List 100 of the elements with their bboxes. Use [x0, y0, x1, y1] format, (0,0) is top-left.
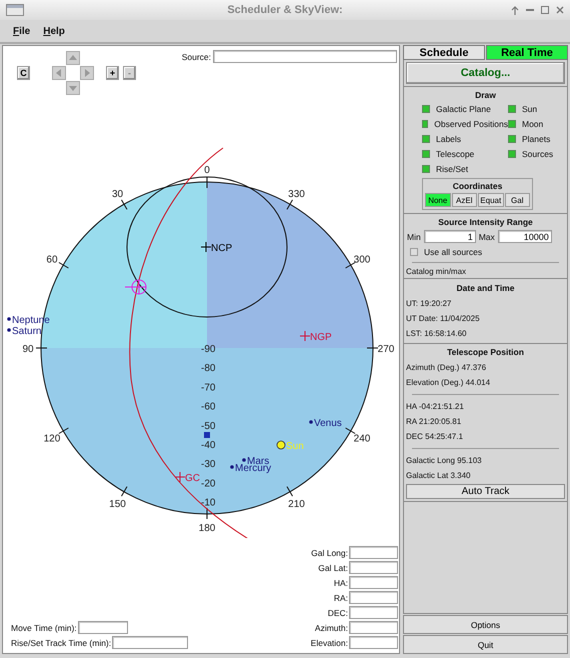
checkbox[interactable] — [422, 120, 428, 128]
input-field[interactable] — [349, 591, 398, 604]
keep-above-icon[interactable] — [511, 6, 519, 14]
checkbox-label: Moon — [522, 119, 544, 129]
checkbox-label: Sun — [522, 104, 538, 114]
input-field[interactable] — [78, 621, 128, 634]
field-label: Elevation: — [310, 638, 348, 648]
elevation-label: -90 — [201, 344, 216, 355]
input-field[interactable] — [349, 561, 398, 574]
input-field[interactable] — [349, 576, 398, 589]
input-field[interactable] — [349, 636, 398, 649]
field-label: RA: — [334, 592, 348, 602]
info-text: LST: 16:58:14.60 — [406, 328, 468, 340]
checkbox-label: Planets — [522, 134, 550, 144]
azimuth-label: 240 — [354, 434, 370, 444]
sun-label: Sun — [286, 441, 304, 452]
window-title: Scheduler & SkyView: — [227, 4, 343, 16]
checkbox[interactable] — [508, 120, 516, 128]
field-label: Gal Lat: — [318, 562, 348, 572]
min-field[interactable]: 1 — [424, 230, 476, 243]
elevation-label: -80 — [201, 363, 216, 374]
elevation-label: -30 — [201, 459, 216, 470]
minimize-icon[interactable] — [526, 8, 534, 12]
elevation-label: -70 — [201, 382, 216, 394]
field-label: DEC: — [328, 608, 348, 618]
toggle-button[interactable]: Equat — [478, 193, 504, 207]
checkbox[interactable] — [422, 105, 430, 113]
field-label: Gal Long: — [311, 548, 348, 558]
azimuth-label: 30 — [112, 188, 124, 200]
auto-track-button[interactable]: Auto Track — [406, 484, 565, 499]
info-text: Galactic Lat 3.340 — [406, 470, 472, 482]
info-text: DEC 54:25:47.1 — [406, 431, 464, 443]
azimuth-label: 330 — [288, 188, 305, 200]
azimuth-label: 150 — [109, 499, 126, 510]
source-field[interactable] — [213, 50, 397, 63]
field-label: Rise/Set Track Time (min): — [11, 638, 112, 648]
elevation-label: -50 — [201, 420, 216, 432]
action-button[interactable]: Quit — [403, 635, 568, 654]
tab[interactable]: Schedule — [403, 45, 485, 60]
checkbox-label: Galactic Plane — [436, 104, 491, 114]
azimuth-label: 120 — [44, 434, 60, 444]
input-field[interactable] — [349, 621, 398, 634]
info-text: UT Date: 11/04/2025 — [406, 313, 481, 325]
checkbox-label: Use all sources — [424, 247, 482, 257]
tab[interactable]: Real Time — [486, 45, 568, 60]
section-title: Source Intensity Range — [437, 217, 534, 227]
input-field[interactable] — [349, 546, 398, 559]
toggle-button[interactable]: Gal — [504, 193, 530, 207]
checkbox[interactable] — [410, 248, 418, 256]
field-label: Azimuth: — [314, 622, 348, 632]
elevation-label: -10 — [201, 498, 216, 509]
info-text: Azimuth (Deg.) 47.376 — [406, 362, 488, 374]
field-label: HA: — [334, 578, 348, 588]
marker-label: NCP — [211, 243, 232, 254]
checkbox[interactable] — [422, 135, 430, 143]
planet-label: Venus — [314, 418, 342, 429]
info-text: HA -04:21:51.21 — [406, 401, 465, 413]
checkbox[interactable] — [422, 150, 430, 158]
info-text: Galactic Long 95.103 — [406, 455, 483, 467]
checkbox[interactable] — [508, 150, 516, 158]
maximize-icon[interactable] — [541, 6, 549, 14]
center-button[interactable]: C — [17, 66, 30, 80]
catalog-button[interactable]: Catalog... — [406, 62, 565, 84]
azimuth-label: 210 — [288, 499, 305, 510]
elevation-label: -40 — [201, 440, 216, 451]
section-title: Telescope Position — [446, 347, 525, 357]
azimuth-label: 0 — [204, 165, 210, 176]
azimuth-label: 90 — [22, 344, 34, 355]
info-text: RA 21:20:05.81 — [406, 416, 462, 428]
toggle-button[interactable]: AzEl — [452, 193, 477, 207]
azimuth-label: 300 — [354, 254, 370, 266]
info-text: Elevation (Deg.) 44.014 — [406, 377, 492, 389]
info-text: UT: 19:20:27 — [406, 298, 452, 310]
elevation-label: -20 — [201, 478, 216, 490]
azimuth-label: 270 — [378, 344, 394, 355]
checkbox[interactable] — [508, 135, 516, 143]
toggle-button[interactable]: None — [425, 193, 450, 207]
elevation-label: -60 — [201, 402, 216, 413]
marker-label: NGP — [310, 332, 332, 343]
input-field[interactable] — [349, 606, 398, 619]
close-icon[interactable] — [556, 6, 564, 14]
checkbox-label: Observed Positions — [434, 119, 508, 129]
action-button[interactable]: Options — [403, 615, 568, 634]
max-field[interactable]: 10000 — [498, 230, 552, 243]
field-label: Min — [407, 232, 421, 242]
checkbox-label: Rise/Set — [436, 164, 468, 174]
menu-item[interactable]: Help — [43, 26, 65, 36]
field-label: Max — [478, 232, 495, 242]
checkbox[interactable] — [422, 165, 430, 173]
menu-item[interactable]: File — [13, 26, 30, 36]
marker-label: GC — [185, 473, 200, 484]
catalog-range-text: Catalog min/max — [406, 267, 468, 276]
planet-label: Saturn — [12, 326, 42, 337]
source-marker — [204, 432, 210, 438]
zoom-in-button[interactable]: + — [106, 66, 119, 80]
checkbox[interactable] — [508, 105, 516, 113]
section-title: Date and Time — [456, 283, 516, 293]
azimuth-label: 180 — [198, 523, 216, 534]
input-field[interactable] — [112, 636, 188, 649]
section-title: Draw — [474, 90, 497, 100]
